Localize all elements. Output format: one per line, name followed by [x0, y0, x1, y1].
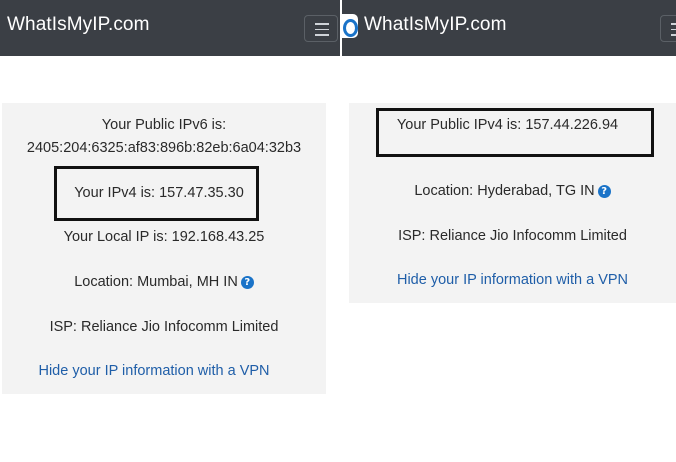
highlight-box [54, 166, 259, 221]
isp-text: ISP: Reliance Jio Infocomm Limited [49, 319, 279, 335]
whatismyip-logo-icon [342, 14, 358, 38]
header-bar: WhatIsMyIP.com [342, 0, 676, 56]
question-circle-icon[interactable]: ? [597, 185, 611, 198]
ipv6-label: Your Public IPv6 is: [101, 117, 227, 133]
location-row: Location: Hyderabad, TG IN? [349, 183, 676, 199]
right-screenshot: WhatIsMyIP.com Your Public IPv4 is: 157.… [342, 0, 676, 462]
question-circle-icon[interactable]: ? [240, 276, 254, 289]
brand-logo-text[interactable]: WhatIsMyIP.com [7, 14, 150, 36]
hide-ip-vpn-link[interactable]: Hide your IP information with a VPN [349, 272, 676, 288]
isp-text: ISP: Reliance Jio Infocomm Limited [398, 228, 627, 244]
left-screenshot: WhatIsMyIP.com Your Public IPv6 is: 2405… [0, 0, 340, 462]
menu-button[interactable] [304, 15, 338, 42]
local-ip-text: Your Local IP is: 192.168.43.25 [63, 229, 265, 245]
menu-button[interactable] [660, 15, 676, 42]
ipv6-value: 2405:204:6325:af83:896b:82eb:6a04:32b3 [26, 140, 302, 156]
hamburger-menu-icon [315, 23, 329, 36]
header-bar: WhatIsMyIP.com [0, 0, 340, 56]
location-text: Location: Hyderabad, TG IN [414, 183, 595, 199]
location-row: Location: Mumbai, MH IN? [2, 274, 326, 290]
brand-logo-text[interactable]: WhatIsMyIP.com [364, 14, 507, 36]
ip-info-card: Your Public IPv6 is: 2405:204:6325:af83:… [2, 103, 326, 394]
highlight-box [376, 108, 654, 157]
location-text: Location: Mumbai, MH IN [74, 274, 238, 290]
hamburger-menu-icon [671, 23, 676, 36]
hide-ip-vpn-link[interactable]: Hide your IP information with a VPN [2, 363, 326, 379]
